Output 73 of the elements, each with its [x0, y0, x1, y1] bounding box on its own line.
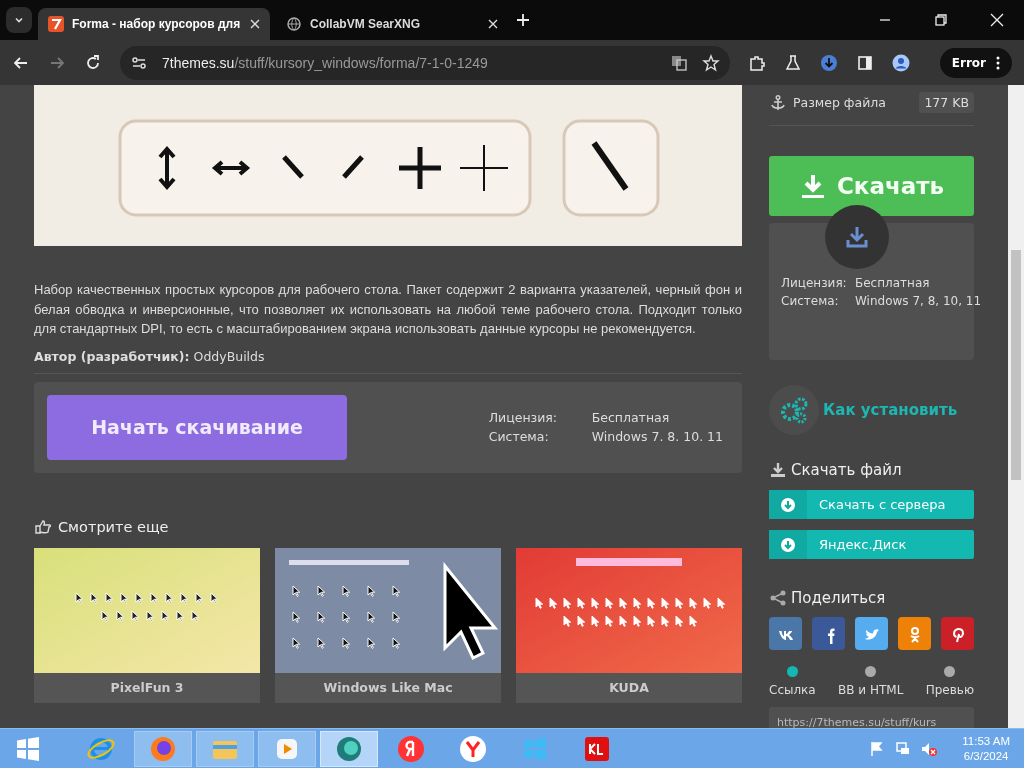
mirror-download-button[interactable]: Яндекс.Диск — [769, 530, 974, 559]
profile-button[interactable]: Error — [939, 47, 1012, 78]
bird-logo-icon[interactable] — [855, 617, 888, 650]
related-card[interactable]: PixelFun 3 — [34, 547, 260, 703]
start-button-icon[interactable] — [15, 735, 41, 762]
info-label: Лицензия: — [488, 410, 559, 425]
share-format-tab[interactable]: Ссылка — [769, 666, 816, 697]
description-paragraph: Набор качественных простых курсоров для рабочего стола. Пакет содержит 2 варианта указателей, черный фон и белая обводка и инверсионные, что позволяет их использовать на любой теме рабочего стола. Подходит только для стандартных DPI, то есть с масштабированием экрана использовать данные курсоры не рекомендуется. — [34, 281, 742, 338]
info-label: Лицензия: — [781, 276, 848, 290]
section-heading: Смотрите еще — [58, 518, 169, 535]
reload-icon[interactable] — [84, 53, 102, 72]
flask-icon[interactable] — [784, 53, 802, 72]
card-caption: KUDA — [608, 679, 650, 697]
download-button[interactable]: Скачать — [769, 156, 974, 216]
info-value: Бесплатная — [855, 276, 931, 290]
author-line: Автор (разработчик): OddyBuilds — [34, 348, 742, 374]
ya-logo-icon — [396, 733, 426, 764]
share-icon — [769, 589, 787, 607]
cursor-set-thumbnail[interactable] — [34, 547, 260, 673]
download-icon — [780, 536, 796, 553]
vk-logo-icon[interactable] — [769, 617, 802, 650]
y-logo-icon — [458, 733, 488, 764]
address-bar[interactable]: 7themes.su/stuff/kursory_windows/forma/7-1-0-1249 — [120, 45, 730, 80]
info-value: Windows 7. 8. 10. 11 — [591, 429, 723, 444]
how-to-install-link[interactable]: Как установить — [823, 401, 958, 419]
taskbar-button[interactable] — [320, 730, 378, 767]
related-card[interactable]: Windows Like Mac — [275, 547, 501, 703]
new-tab-icon[interactable] — [514, 11, 532, 29]
chevron-down-icon[interactable] — [14, 15, 24, 25]
cursor-set-thumbnail[interactable] — [516, 547, 742, 673]
more-icon[interactable] — [996, 55, 1000, 70]
pointing-hand-icon — [34, 517, 52, 536]
avatar-icon[interactable] — [892, 53, 910, 72]
url-text: 7themes.su/stuff/kursory_windows/forma/7-1-0-1249 — [162, 54, 488, 71]
info-value: Бесплатная — [591, 410, 671, 425]
share-format-tab[interactable]: BB и HTML — [838, 666, 904, 697]
related-card[interactable]: KUDA — [516, 547, 742, 703]
taskbar-button[interactable] — [134, 730, 192, 767]
file-size-value: 177 KB — [919, 92, 974, 113]
translate-icon[interactable] — [670, 53, 688, 72]
f-logo-icon[interactable] — [812, 617, 845, 650]
site-logo-icon — [48, 16, 64, 32]
download-icon[interactable] — [820, 53, 838, 72]
anchor-icon — [769, 93, 787, 112]
star-icon[interactable] — [702, 53, 720, 72]
info-label: Система: — [781, 294, 840, 308]
close-icon[interactable] — [488, 19, 498, 29]
browser-tab[interactable]: CollabVM SearXNG — [276, 8, 508, 40]
start-download-button[interactable]: Начать скачивание — [47, 394, 347, 460]
section-heading: Скачать файл — [791, 461, 902, 479]
card-caption: PixelFun 3 — [109, 679, 185, 697]
globe-icon — [286, 16, 302, 32]
clock[interactable]: 11:53 AM 6/3/2024 — [962, 733, 1010, 764]
info-value: Windows 7, 8, 10, 11 — [855, 294, 982, 308]
puzzle-icon[interactable] — [748, 53, 766, 72]
restore-icon[interactable] — [932, 11, 950, 29]
close-icon[interactable] — [988, 11, 1006, 29]
share-format-tab[interactable]: Превью — [925, 666, 974, 697]
section-heading: Поделиться — [791, 589, 886, 607]
card-caption: Windows Like Mac — [322, 679, 454, 697]
p-logo-icon[interactable] — [941, 617, 974, 650]
close-icon[interactable] — [250, 19, 260, 29]
download-icon — [780, 496, 796, 513]
file-size-label: Размер файла — [793, 95, 886, 110]
ok-logo-icon[interactable] — [898, 617, 931, 650]
info-label: Система: — [488, 429, 550, 444]
browser-tab[interactable]: Forma - набор курсоров для — [38, 8, 270, 40]
side-panel-icon[interactable] — [856, 53, 874, 72]
cursor-set-thumbnail[interactable] — [275, 547, 501, 673]
share-link-field[interactable]: https://7themes.su/stuff/kurs — [769, 707, 974, 728]
scrollbar[interactable] — [1008, 85, 1024, 728]
download-icon — [769, 461, 787, 479]
mirror-download-button[interactable]: Скачать с сервера — [769, 490, 974, 519]
